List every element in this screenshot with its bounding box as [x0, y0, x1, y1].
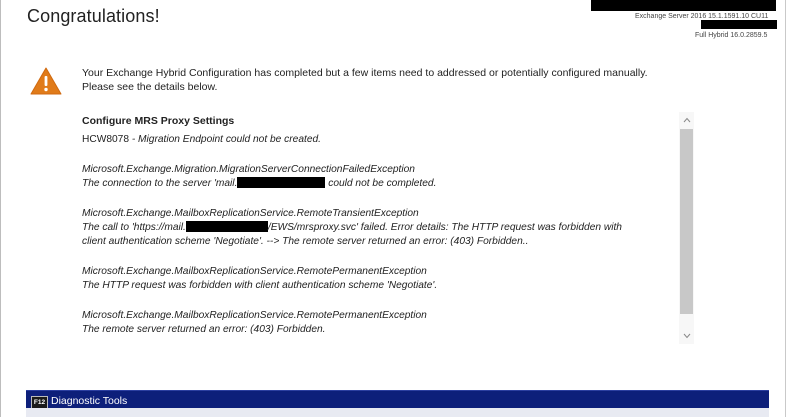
error-block: Microsoft.Exchange.MailboxReplicationSer… [82, 207, 678, 248]
section-title: Configure MRS Proxy Settings [82, 115, 235, 127]
exception-name: Microsoft.Exchange.Migration.MigrationSe… [82, 164, 415, 176]
exception-name: Microsoft.Exchange.MailboxReplicationSer… [82, 208, 419, 220]
redaction-bar [591, 0, 776, 11]
error-block: Microsoft.Exchange.Migration.MigrationSe… [82, 163, 678, 190]
page-title: Congratulations! [27, 6, 160, 26]
exception-name: Microsoft.Exchange.MailboxReplicationSer… [82, 310, 427, 322]
scroll-thumb[interactable] [680, 129, 693, 314]
scroll-up-button[interactable] [679, 112, 694, 128]
exception-name: Microsoft.Exchange.MailboxReplicationSer… [82, 266, 427, 278]
exception-message: The HTTP request was forbidden with clie… [82, 279, 438, 291]
details-panel[interactable]: Configure MRS Proxy Settings HCW8078 - M… [81, 112, 695, 344]
chevron-down-icon [683, 333, 690, 339]
diagnostic-tools-toolbar [26, 408, 769, 417]
chevron-up-icon [683, 117, 690, 123]
error-block: Microsoft.Exchange.MailboxReplicationSer… [82, 309, 678, 336]
exception-message: The connection to the server 'mail. coul… [82, 176, 437, 189]
warning-triangle-icon [30, 67, 62, 95]
error-block: Microsoft.Exchange.MailboxReplicationSer… [82, 265, 678, 292]
exception-message: The remote server returned an error: (40… [82, 323, 326, 335]
hybrid-wizard-window: Congratulations! Exchange Server 2016 15… [0, 0, 786, 417]
exception-message: The call to 'https://mail./EWS/mrsproxy.… [82, 220, 622, 233]
redaction-bar [701, 20, 777, 29]
scroll-down-button[interactable] [679, 328, 694, 344]
summary-line-2: Please see the details below. [82, 81, 218, 93]
summary-line-1: Your Exchange Hybrid Configuration has c… [82, 67, 648, 79]
redacted-text [237, 176, 326, 188]
details-content: Configure MRS Proxy Settings HCW8078 - M… [82, 112, 678, 344]
diagnostic-tools-title: Diagnostic Tools [51, 395, 128, 407]
hcw-message: - Migration Endpoint could not be create… [129, 133, 321, 145]
hcw-error-line: HCW8078 - Migration Endpoint could not b… [82, 133, 678, 147]
server-version: Exchange Server 2016 15.1.1591.10 CU11 [635, 13, 769, 20]
redacted-text [185, 220, 268, 232]
details-scrollbar[interactable] [679, 112, 694, 344]
hybrid-version: Full Hybrid 16.0.2859.5 [695, 32, 768, 39]
hcw-code: HCW8078 [82, 133, 129, 145]
exception-message-cont: client authentication scheme 'Negotiate'… [82, 235, 529, 247]
summary-message: Your Exchange Hybrid Configuration has c… [82, 66, 762, 94]
